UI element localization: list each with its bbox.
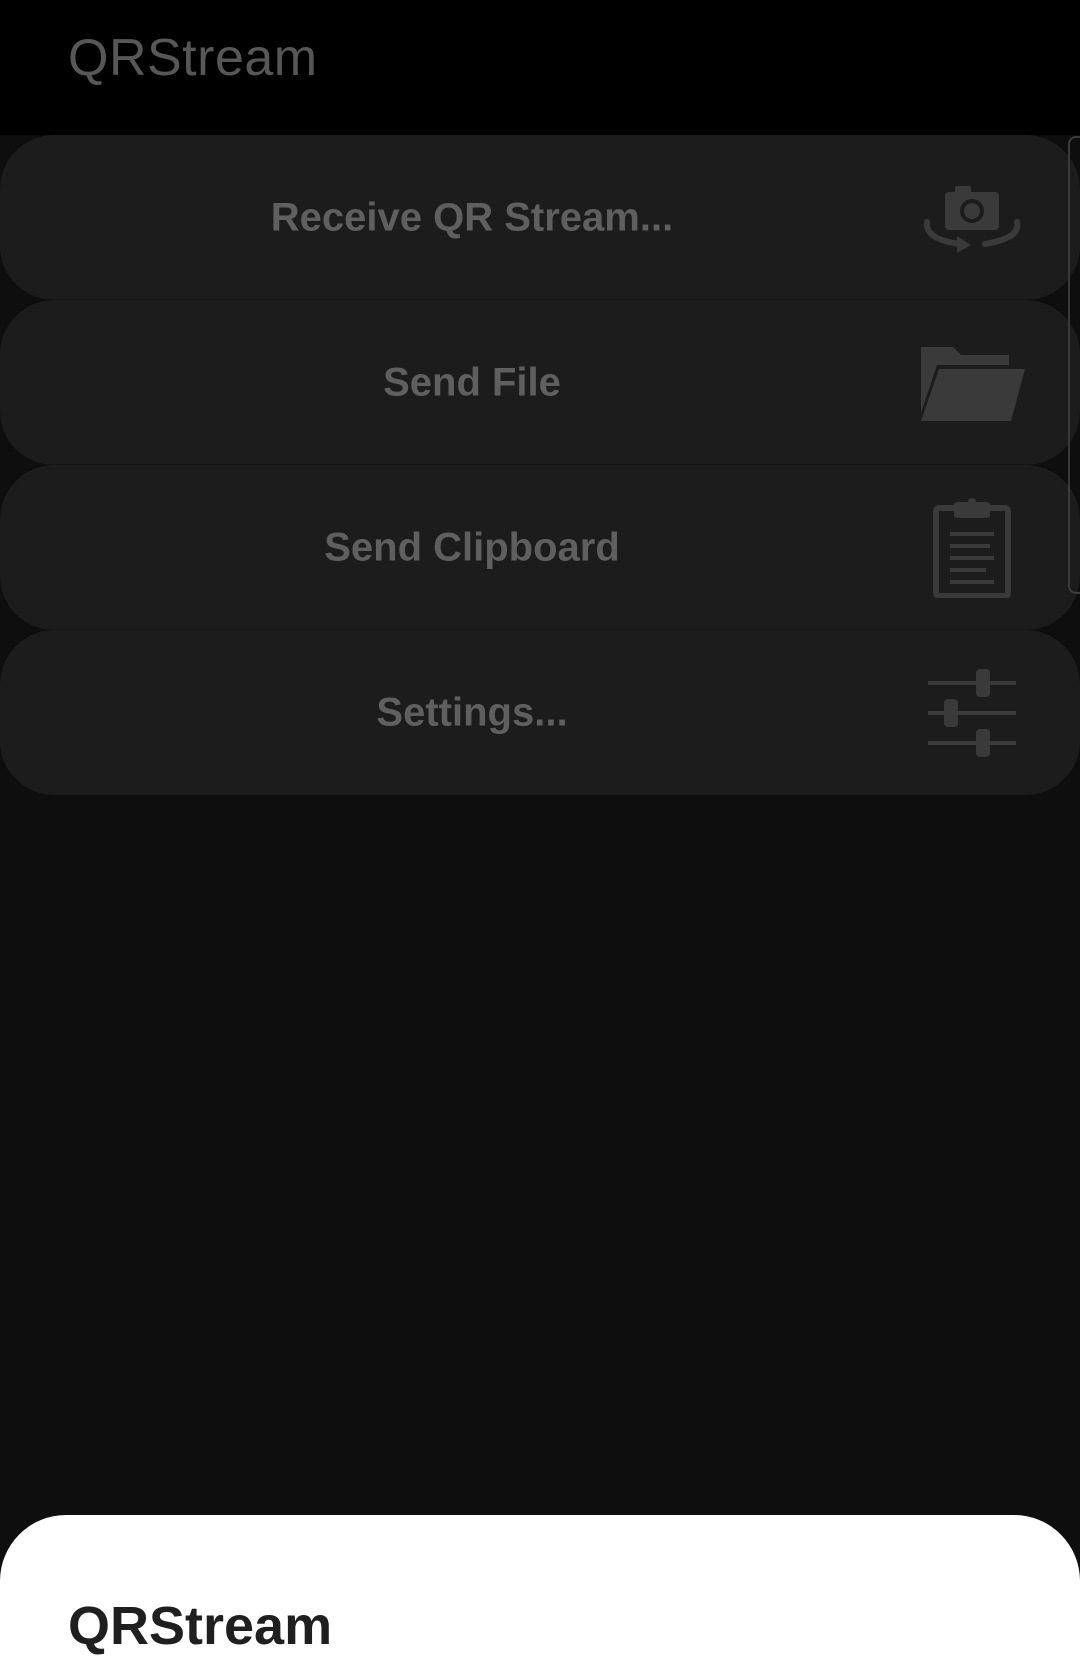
settings-button[interactable]: Settings... <box>0 630 1080 795</box>
clipboard-icon <box>912 488 1032 608</box>
send-clipboard-button[interactable]: Send Clipboard <box>0 465 1080 630</box>
edge-panel-handle[interactable] <box>1068 136 1080 594</box>
menu-item-label: Send Clipboard <box>324 525 620 569</box>
menu-item-label: Receive QR Stream... <box>270 195 674 239</box>
receive-qr-stream-button[interactable]: Receive QR Stream... <box>0 135 1080 300</box>
folder-icon <box>912 323 1032 443</box>
screen: QRStream Receive QR Stream... Send File … <box>0 0 1080 1680</box>
sheet-title: QRStream <box>68 1596 333 1656</box>
bottom-sheet: QRStream <box>0 1515 1080 1680</box>
app-bar: QRStream <box>0 0 1080 135</box>
camera-rotate-icon <box>912 158 1032 278</box>
menu-item-label: Settings... <box>376 690 568 734</box>
menu-item-label: Send File <box>383 360 561 404</box>
send-file-button[interactable]: Send File <box>0 300 1080 465</box>
app-title: QRStream <box>68 29 318 87</box>
sliders-icon <box>912 653 1032 773</box>
